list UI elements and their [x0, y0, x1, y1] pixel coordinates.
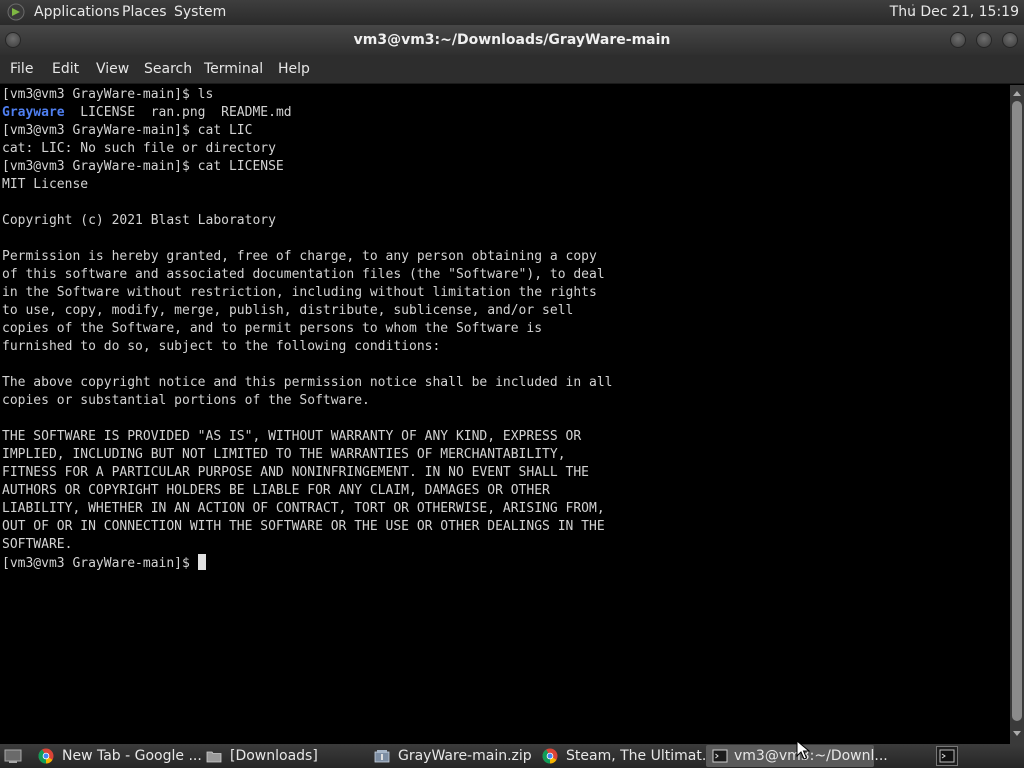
taskbar-label: Steam, The Ultimat... — [566, 748, 716, 764]
menu-view[interactable]: View — [96, 61, 129, 77]
terminal-line: copies of the Software, and to permit pe… — [2, 321, 543, 336]
shell-prompt: [vm3@vm3 GrayWare-main]$ — [2, 556, 198, 571]
text-cursor — [197, 554, 206, 570]
chrome-icon — [542, 748, 558, 764]
terminal-line: [vm3@vm3 GrayWare-main]$ cat LIC — [2, 123, 253, 138]
window-titlebar[interactable]: vm3@vm3:~/Downloads/GrayWare-main — [0, 25, 1024, 55]
terminal-line: Permission is hereby granted, free of ch… — [2, 249, 597, 264]
window-title: vm3@vm3:~/Downloads/GrayWare-main — [353, 32, 671, 48]
scroll-down-arrow-icon[interactable] — [1010, 728, 1024, 740]
menu-search[interactable]: Search — [144, 61, 192, 77]
taskbar-item-chrome-newtab[interactable]: New Tab - Google ... — [32, 745, 202, 767]
taskbar-label: vm3@vm3:~/Downl... — [734, 748, 888, 764]
file-entries: LICENSE ran.png README.md — [64, 105, 292, 120]
terminal-line: [vm3@vm3 GrayWare-main]$ ls — [2, 87, 214, 102]
scroll-up-arrow-icon[interactable] — [1010, 87, 1024, 99]
places-menu[interactable]: Places — [122, 4, 167, 20]
scrollbar-thumb[interactable] — [1012, 101, 1022, 721]
folder-icon — [206, 751, 222, 763]
vertical-scrollbar[interactable] — [1010, 85, 1024, 744]
terminal-line: cat: LIC: No such file or directory — [2, 141, 276, 156]
applications-menu-icon[interactable] — [6, 3, 26, 21]
directory-entry: Grayware — [2, 105, 65, 120]
taskbar-item-archive[interactable]: GrayWare-main.zip — [368, 745, 533, 767]
terminal-icon — [939, 749, 955, 763]
taskbar-item-downloads[interactable]: [Downloads] — [200, 745, 365, 767]
terminal-output[interactable]: [vm3@vm3 GrayWare-main]$ ls Grayware LIC… — [0, 85, 1010, 744]
terminal-line: THE SOFTWARE IS PROVIDED "AS IS", WITHOU… — [2, 429, 582, 444]
terminal-line: FITNESS FOR A PARTICULAR PURPOSE AND NON… — [2, 465, 589, 480]
clock[interactable]: Thu Dec 21, 15:19 — [890, 4, 1019, 20]
taskbar-item-chrome-steam[interactable]: Steam, The Ultimat... — [536, 745, 715, 767]
menu-file[interactable]: File — [10, 61, 33, 77]
prompt-line[interactable]: [vm3@vm3 GrayWare-main]$ — [2, 554, 612, 572]
terminal-line: [vm3@vm3 GrayWare-main]$ cat LICENSE — [2, 159, 284, 174]
terminal-line: furnished to do so, subject to the follo… — [2, 339, 441, 354]
taskbar-item-terminal[interactable]: vm3@vm3:~/Downl... — [706, 745, 888, 767]
terminal-line: AUTHORS OR COPYRIGHT HOLDERS BE LIABLE F… — [2, 483, 550, 498]
ls-output-line: Grayware LICENSE ran.png README.md — [2, 104, 612, 122]
system-menu[interactable]: System — [174, 4, 226, 20]
terminal-line: OUT OF OR IN CONNECTION WITH THE SOFTWAR… — [2, 519, 605, 534]
top-panel: Applications Places System ⋮ Thu Dec 21,… — [0, 0, 1024, 25]
terminal-icon — [712, 749, 728, 763]
terminal-line: Copyright (c) 2021 Blast Laboratory — [2, 213, 276, 228]
taskbar-label: [Downloads] — [230, 748, 318, 764]
taskbar-label: New Tab - Google ... — [62, 748, 202, 764]
menu-terminal[interactable]: Terminal — [204, 61, 263, 77]
maximize-button[interactable] — [976, 32, 992, 48]
bottom-taskbar: New Tab - Google ... [Downloads] GrayWar… — [0, 744, 1024, 768]
chrome-icon — [38, 748, 54, 764]
archive-icon — [374, 750, 390, 763]
applications-menu[interactable]: Applications — [34, 4, 120, 20]
minimize-button[interactable] — [950, 32, 966, 48]
terminal-line: IMPLIED, INCLUDING BUT NOT LIMITED TO TH… — [2, 447, 566, 462]
terminal-line: in the Software without restriction, inc… — [2, 285, 597, 300]
close-button[interactable] — [1002, 32, 1018, 48]
terminal-line: The above copyright notice and this perm… — [2, 375, 613, 390]
terminal-line: MIT License — [2, 177, 89, 192]
mouse-pointer-icon — [796, 740, 810, 760]
menu-edit[interactable]: Edit — [52, 61, 79, 77]
terminal-line: to use, copy, modify, merge, publish, di… — [2, 303, 574, 318]
terminal-line: of this software and associated document… — [2, 267, 605, 282]
show-desktop-icon[interactable] — [3, 747, 23, 765]
terminal-line: copies or substantial portions of the So… — [2, 393, 370, 408]
terminal-line: LIABILITY, WHETHER IN AN ACTION OF CONTR… — [2, 501, 605, 516]
workspace-switcher[interactable] — [936, 746, 958, 766]
menu-help[interactable]: Help — [278, 61, 310, 77]
terminal-line: SOFTWARE. — [2, 537, 73, 552]
taskbar-label: GrayWare-main.zip — [398, 748, 532, 764]
terminal-menubar: File Edit View Search Terminal Help — [0, 55, 1024, 84]
